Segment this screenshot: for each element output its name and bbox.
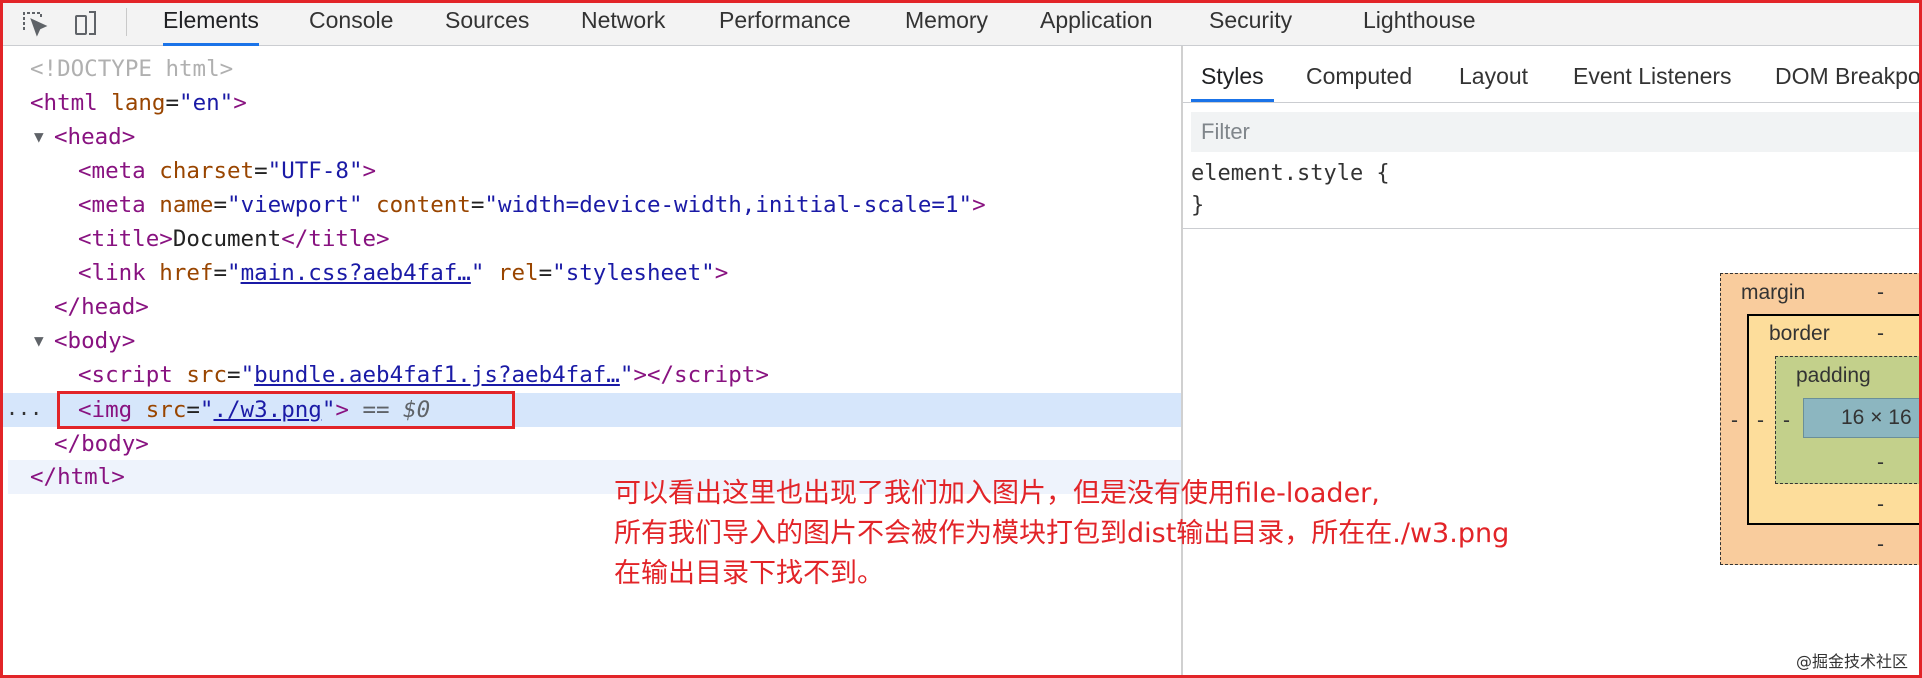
watermark: @掘金技术社区 <box>1795 652 1908 671</box>
tab-styles[interactable]: Styles <box>1191 56 1274 102</box>
margin-bottom-value[interactable]: - <box>1877 533 1884 557</box>
tab-sources[interactable]: Sources <box>445 0 529 46</box>
margin-top-value[interactable]: - <box>1877 281 1884 305</box>
meta-charset-line[interactable]: <meta charset="UTF-8"> <box>78 154 376 188</box>
tab-console[interactable]: Console <box>309 0 393 46</box>
tab-computed[interactable]: Computed <box>1306 56 1412 102</box>
tab-elements[interactable]: Elements <box>163 0 259 46</box>
element-style-rule[interactable]: element.style { } <box>1191 158 1390 222</box>
html-close-line[interactable]: </html> <box>30 460 125 494</box>
toolbar-separator <box>126 8 127 36</box>
annotation-line: 可以看出这里也出现了我们加入图片，但是没有使用file-loader, <box>614 478 1380 509</box>
element-style-close: } <box>1191 193 1205 218</box>
link-line[interactable]: <link href="main.css?aeb4faf…" rel="styl… <box>78 256 728 290</box>
tab-event-listeners[interactable]: Event Listeners <box>1573 56 1732 102</box>
padding-left-value[interactable]: - <box>1783 409 1790 433</box>
margin-left-value[interactable]: - <box>1731 409 1738 433</box>
tab-security[interactable]: Security <box>1209 0 1292 46</box>
tab-memory[interactable]: Memory <box>905 0 988 46</box>
meta-viewport-line[interactable]: <meta name="viewport" content="width=dev… <box>78 188 986 222</box>
content-size[interactable]: 16 × 16 <box>1841 406 1912 430</box>
more-options-icon[interactable]: ... <box>6 398 42 418</box>
expand-arrow-icon[interactable]: ▼ <box>34 324 44 358</box>
tab-lighthouse[interactable]: Lighthouse <box>1363 0 1476 46</box>
border-top-value[interactable]: - <box>1877 322 1884 346</box>
img-line[interactable]: <img src="./w3.png"> == $0 <box>78 393 430 427</box>
device-toolbar-icon[interactable] <box>70 8 100 38</box>
padding-bottom-value[interactable]: - <box>1877 451 1884 475</box>
inspect-element-icon[interactable] <box>20 8 50 38</box>
doctype-line[interactable]: <!DOCTYPE html> <box>30 52 233 86</box>
devtools-toolbar: Elements Console Sources Network Perform… <box>0 0 1922 46</box>
annotation-text: 可以看出这里也出现了我们加入图片，但是没有使用file-loader, 所有我们… <box>614 474 1509 594</box>
element-style-selector: element.style { <box>1191 161 1390 186</box>
body-close-line[interactable]: </body> <box>54 427 149 461</box>
title-line[interactable]: <title>Document</title> <box>78 222 390 256</box>
padding-label: padding <box>1796 364 1871 387</box>
html-open-line[interactable]: <html lang="en"> <box>30 86 247 120</box>
script-line[interactable]: <script src="bundle.aeb4faf1.js?aeb4faf…… <box>78 358 769 392</box>
tab-performance[interactable]: Performance <box>719 0 851 46</box>
script-src-link[interactable]: bundle.aeb4faf1.js?aeb4faf… <box>254 362 620 388</box>
annotation-line: 在输出目录下找不到。 <box>614 558 884 589</box>
tab-network[interactable]: Network <box>581 0 665 46</box>
tabs-divider <box>1183 102 1922 103</box>
styles-filter-input[interactable] <box>1191 112 1922 152</box>
head-open-line[interactable]: <head> <box>54 120 135 154</box>
head-close-line[interactable]: </head> <box>54 290 149 324</box>
tab-dom-breakpoints[interactable]: DOM Breakpo <box>1775 56 1921 102</box>
border-label: border <box>1769 322 1830 345</box>
border-left-value[interactable]: - <box>1757 409 1764 433</box>
margin-label: margin <box>1741 281 1806 304</box>
tab-application[interactable]: Application <box>1040 0 1153 46</box>
tab-layout[interactable]: Layout <box>1459 56 1528 102</box>
href-link[interactable]: main.css?aeb4faf… <box>241 260 471 286</box>
annotation-line: 所有我们导入的图片不会被作为模块打包到dist输出目录，所在在./w3.png <box>614 518 1510 549</box>
styles-divider <box>1183 228 1922 229</box>
border-bottom-value[interactable]: - <box>1877 493 1884 517</box>
expand-arrow-icon[interactable]: ▼ <box>34 120 44 154</box>
body-open-line[interactable]: <body> <box>54 324 135 358</box>
img-src-link[interactable]: ./w3.png <box>213 397 321 423</box>
